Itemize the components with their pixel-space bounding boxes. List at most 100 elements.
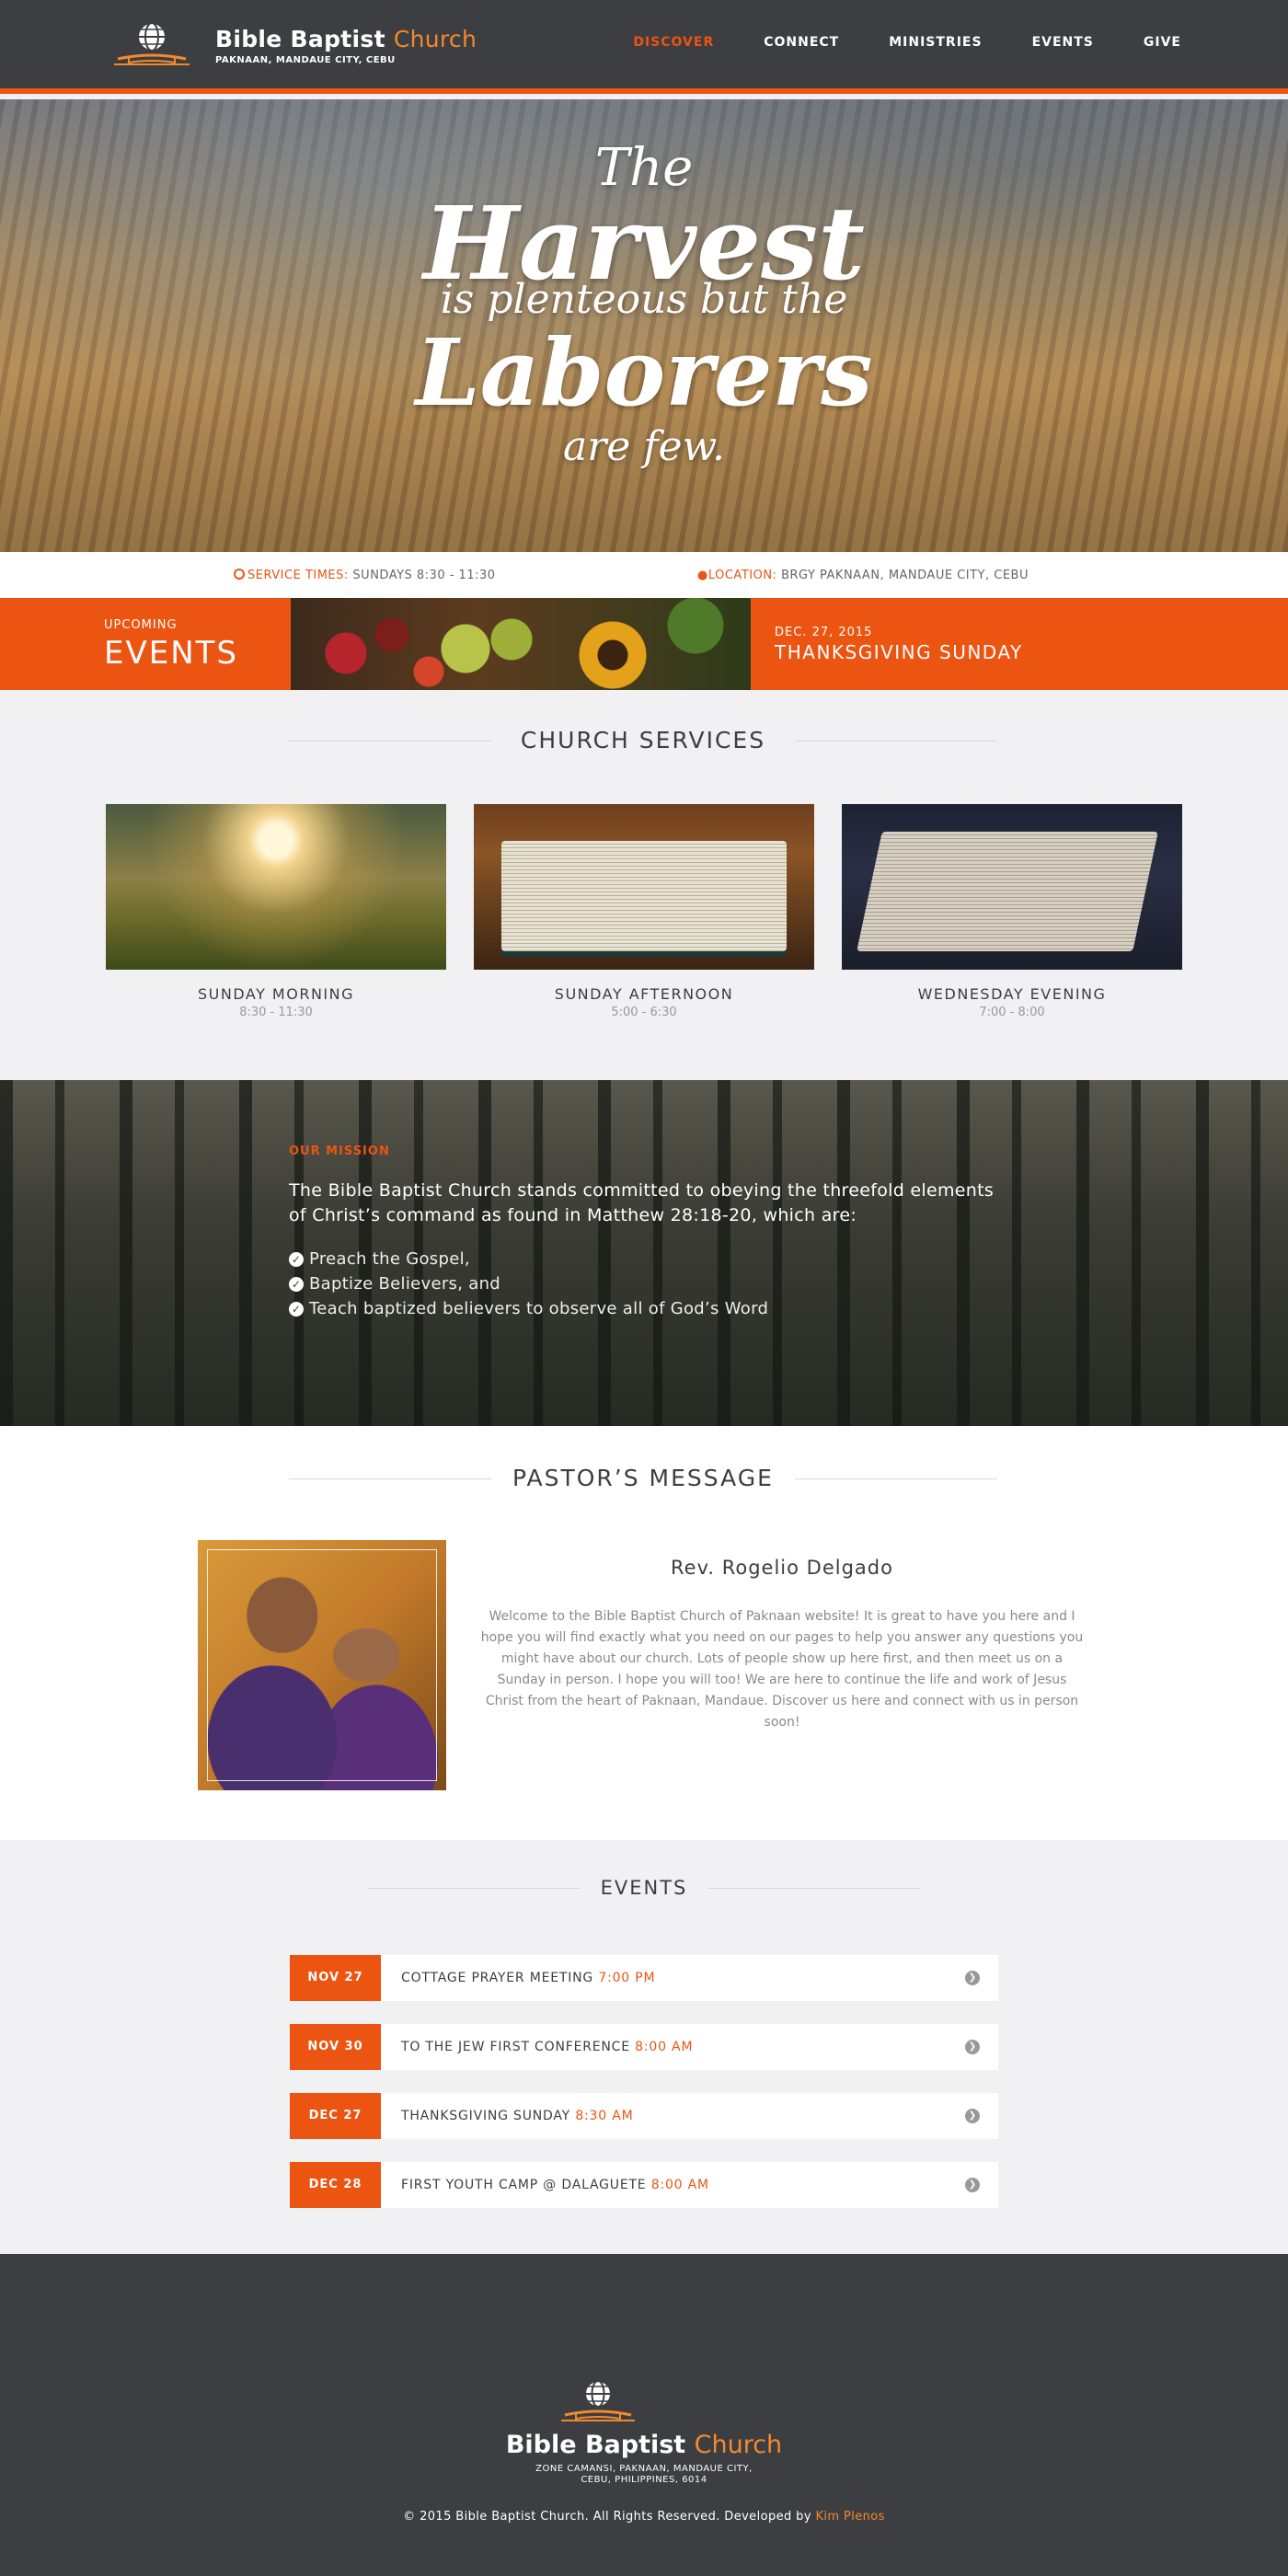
mission-section: OUR MISSION The Bible Baptist Church sta…: [0, 1080, 1288, 1426]
events-title: EVENTS: [600, 1877, 688, 1899]
check-circle-icon: ✓: [289, 1252, 304, 1267]
divider-right: [708, 1888, 920, 1889]
copyright-text: © 2015 Bible Baptist Church. All Rights …: [403, 2510, 811, 2524]
chevron-right-icon[interactable]: ❯: [965, 2109, 980, 2123]
open-bible-image: [474, 804, 814, 970]
event-text: TO THE JEW FIRST CONFERENCE 8:00 AM: [401, 2040, 693, 2054]
hero-line-4: Laborers: [415, 318, 873, 427]
event-text: COTTAGE PRAYER MEETING 7:00 PM: [401, 1971, 655, 1985]
divider-left: [289, 1478, 491, 1479]
event-title: TO THE JEW FIRST CONFERENCE: [401, 2040, 630, 2054]
church-tagline: PAKNAAN, MANDAUE CITY, CEBU: [215, 54, 396, 65]
divider-left: [368, 1888, 580, 1889]
mission-list: ✓ Preach the Gospel, ✓ Baptize Believers, …: [289, 1247, 1006, 1321]
event-row[interactable]: NOV 27 COTTAGE PRAYER MEETING 7:00 PM ❯: [290, 1955, 998, 2001]
location-label: LOCATION:: [707, 569, 777, 582]
hero-line-5: are few.: [562, 423, 726, 470]
service-card-wednesday-evening[interactable]: WEDNESDAY EVENING 7:00 - 8:00: [842, 804, 1182, 1019]
service-time: 5:00 - 6:30: [611, 1006, 677, 1019]
chevron-right-icon[interactable]: ❯: [965, 2040, 980, 2054]
site-header: Bible Baptist Church PAKNAAN, MANDAUE CI…: [0, 0, 1288, 94]
church-name-accent: Church: [393, 25, 477, 52]
event-title: THANKSGIVING SUNDAY: [401, 2109, 571, 2123]
upcoming-event-date: DEC. 27, 2015: [775, 626, 873, 639]
globe-bible-icon: [114, 22, 190, 65]
check-circle-icon: ✓: [289, 1302, 304, 1317]
site-footer: Bible Baptist Church ZONE CAMANSI, PAKNA…: [0, 2254, 1288, 2576]
location: ●LOCATION: BRGY PAKNAAN, MANDAUE CITY, C…: [697, 569, 1029, 582]
nav-connect[interactable]: CONNECT: [764, 35, 839, 50]
harvest-fruits-image: [291, 598, 751, 690]
event-text: THANKSGIVING SUNDAY 8:30 AM: [401, 2109, 633, 2123]
chevron-right-icon[interactable]: ❯: [965, 1971, 980, 1985]
mission-point: ✓ Teach baptized believers to observe all…: [289, 1296, 1006, 1321]
divider-left: [289, 740, 491, 742]
event-time: 7:00 PM: [598, 1971, 656, 1985]
upcoming-event-title[interactable]: THANKSGIVING SUNDAY: [775, 641, 1023, 663]
hero-banner: The Harvest is plenteous but the Laborer…: [0, 99, 1288, 552]
map-pin-icon: ●: [697, 569, 708, 582]
upcoming-label: UPCOMING: [104, 618, 178, 632]
services-title: CHURCH SERVICES: [520, 727, 766, 753]
service-card-sunday-morning[interactable]: SUNDAY MORNING 8:30 - 11:30: [106, 804, 446, 1019]
event-date: DEC 28: [290, 2162, 381, 2208]
pastor-photo: [198, 1540, 446, 1790]
nav-discover[interactable]: DISCOVER: [633, 35, 714, 50]
service-times: SERVICE TIMES: SUNDAYS 8:30 - 11:30: [234, 569, 496, 582]
event-time: 8:00 AM: [650, 2178, 709, 2192]
pastor-name: Rev. Rogelio Delgado: [671, 1557, 893, 1579]
info-bar: SERVICE TIMES: SUNDAYS 8:30 - 11:30 ●LOC…: [0, 552, 1288, 598]
sunrise-field-image: [106, 804, 446, 970]
pastor-title: PASTOR’S MESSAGE: [512, 1465, 774, 1491]
developer-link[interactable]: Kim Plenos: [815, 2510, 884, 2524]
site-logo[interactable]: Bible Baptist Church PAKNAAN, MANDAUE CI…: [110, 18, 477, 72]
clock-icon: [234, 569, 245, 580]
footer-address: ZONE CAMANSI, PAKNAAN, MANDAUE CITY, CEB…: [0, 2464, 1288, 2486]
event-title: FIRST YOUTH CAMP @ DALAGUETE: [401, 2178, 647, 2192]
main-nav: DISCOVER CONNECT MINISTRIES EVENTS GIVE: [633, 35, 1181, 50]
location-value: BRGY PAKNAAN, MANDAUE CITY, CEBU: [781, 569, 1029, 582]
event-text: FIRST YOUTH CAMP @ DALAGUETE 8:00 AM: [401, 2178, 709, 2192]
upcoming-events-band[interactable]: UPCOMING EVENTS DEC. 27, 2015 THANKSGIVI…: [0, 598, 1288, 690]
open-bible-image: [842, 804, 1182, 970]
mission-point-text: Teach baptized believers to observe all …: [309, 1299, 769, 1318]
service-times-label: SERVICE TIMES:: [247, 569, 349, 582]
events-heading: EVENTS: [368, 1877, 920, 1899]
nav-events[interactable]: EVENTS: [1032, 35, 1094, 50]
address-line-2: CEBU, PHILIPPINES, 6014: [581, 2475, 707, 2485]
mission-point: ✓ Baptize Believers, and: [289, 1271, 1006, 1296]
upcoming-heading: EVENTS: [104, 635, 239, 672]
event-date: NOV 30: [290, 2024, 381, 2070]
event-time: 8:30 AM: [575, 2109, 634, 2123]
event-row[interactable]: NOV 30 TO THE JEW FIRST CONFERENCE 8:00 …: [290, 2024, 998, 2070]
service-card-sunday-afternoon[interactable]: SUNDAY AFTERNOON 5:00 - 6:30: [474, 804, 814, 1019]
service-time: 7:00 - 8:00: [979, 1006, 1045, 1019]
event-title: COTTAGE PRAYER MEETING: [401, 1971, 594, 1985]
pastor-section: PASTOR’S MESSAGE Rev. Rogelio Delgado We…: [0, 1426, 1288, 1840]
photo-frame: [207, 1549, 437, 1781]
chevron-right-icon[interactable]: ❯: [965, 2178, 980, 2192]
event-row[interactable]: DEC 28 FIRST YOUTH CAMP @ DALAGUETE 8:00…: [290, 2162, 998, 2208]
event-date: NOV 27: [290, 1955, 381, 2001]
footer-church-name-accent: Church: [694, 2431, 783, 2459]
service-title: SUNDAY MORNING: [197, 985, 354, 1003]
check-circle-icon: ✓: [289, 1277, 304, 1292]
church-name: Bible Baptist Church: [215, 26, 477, 52]
event-row[interactable]: DEC 27 THANKSGIVING SUNDAY 8:30 AM ❯: [290, 2093, 998, 2139]
address-line-1: ZONE CAMANSI, PAKNAAN, MANDAUE CITY,: [535, 2464, 753, 2474]
church-name-main: Bible Baptist: [215, 25, 385, 52]
globe-bible-icon: [561, 2380, 635, 2421]
divider-right: [795, 740, 997, 742]
nav-give[interactable]: GIVE: [1144, 35, 1181, 50]
service-title: WEDNESDAY EVENING: [917, 985, 1107, 1003]
nav-ministries[interactable]: MINISTRIES: [889, 35, 982, 50]
divider-right: [795, 1478, 997, 1479]
service-time: 8:30 - 11:30: [239, 1006, 313, 1019]
services-heading: CHURCH SERVICES: [289, 727, 997, 753]
service-times-value: SUNDAYS 8:30 - 11:30: [352, 569, 496, 582]
mission-point-text: Preach the Gospel,: [309, 1249, 470, 1269]
mission-statement: The Bible Baptist Church stands committe…: [289, 1180, 995, 1225]
footer-church-name: Bible Baptist Church: [0, 2431, 1288, 2459]
footer-church-name-main: Bible Baptist: [505, 2431, 686, 2459]
mission-point: ✓ Preach the Gospel,: [289, 1247, 1006, 1271]
